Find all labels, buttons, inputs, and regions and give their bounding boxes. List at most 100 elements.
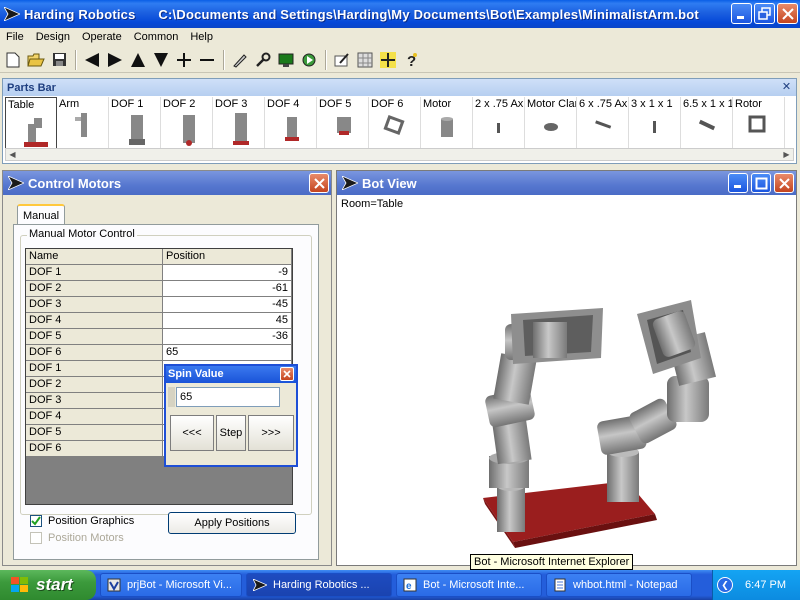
row-name: DOF 3 xyxy=(26,297,163,313)
parts-bar-close-icon[interactable]: ✕ xyxy=(780,81,793,94)
control-motors-close-button[interactable] xyxy=(309,173,329,193)
row-name: DOF 1 xyxy=(26,361,163,377)
robot-3d-viewport[interactable] xyxy=(337,196,796,564)
restore-button[interactable] xyxy=(754,3,775,24)
clock[interactable]: 6:47 PM xyxy=(745,579,786,591)
position-graphics-checkbox[interactable] xyxy=(30,515,42,527)
task-notepad[interactable]: whbot.html - Notepad xyxy=(546,573,692,597)
spin-grip xyxy=(168,387,175,407)
down-arrow-icon xyxy=(154,52,168,67)
part-dof-5[interactable]: DOF 5 xyxy=(317,97,369,149)
part-dof-1[interactable]: DOF 1 xyxy=(109,97,161,149)
task-prjbot[interactable]: prjBot - Microsoft Vi... xyxy=(100,573,242,597)
window-titlebar[interactable]: Harding Robotics C:\Documents and Settin… xyxy=(0,0,800,28)
spin-forward-button[interactable]: >>> xyxy=(248,415,294,451)
part-rotor[interactable]: Rotor xyxy=(733,97,785,149)
position-motors-checkbox[interactable] xyxy=(30,532,42,544)
row-position[interactable]: 45 xyxy=(163,313,292,329)
row-position[interactable]: -36 xyxy=(163,329,292,345)
tool-axis-button[interactable] xyxy=(377,49,399,71)
grid-header: Name Position xyxy=(26,249,292,265)
part-2x075-axle[interactable]: 2 x .75 Axl xyxy=(473,97,525,149)
position-graphics-option[interactable]: Position Graphics xyxy=(30,515,134,527)
tool-wrench-button[interactable] xyxy=(252,49,274,71)
open-button[interactable] xyxy=(25,49,47,71)
tool-monitor-button[interactable] xyxy=(275,49,297,71)
menu-operate[interactable]: Operate xyxy=(76,31,128,43)
part-6-5x1x1[interactable]: 6.5 x 1 x 1 xyxy=(681,97,733,149)
part-table[interactable]: Table xyxy=(5,97,57,149)
menu-design[interactable]: Design xyxy=(30,31,76,43)
part-motor-clamp-icon xyxy=(544,123,558,131)
minimize-button[interactable] xyxy=(731,3,752,24)
tray-expand-icon[interactable]: ❮ xyxy=(717,577,733,593)
app-arrow-icon xyxy=(253,579,267,591)
bot-view-maximize-button[interactable] xyxy=(751,173,771,193)
task-harding-robotics[interactable]: Harding Robotics ... xyxy=(246,573,392,597)
scroll-right-icon[interactable]: ▶ xyxy=(780,149,793,160)
spin-value-header[interactable]: Spin Value xyxy=(166,366,296,383)
scroll-left-icon[interactable]: ◀ xyxy=(6,149,19,160)
rotate-down-button[interactable] xyxy=(150,49,172,71)
tab-manual[interactable]: Manual xyxy=(17,204,65,225)
menu-file[interactable]: File xyxy=(0,31,30,43)
start-button[interactable]: start xyxy=(0,570,96,600)
menu-common[interactable]: Common xyxy=(128,31,185,43)
close-button[interactable] xyxy=(777,3,798,24)
part-long-block-icon xyxy=(698,119,716,131)
monitor-icon xyxy=(278,53,294,67)
part-motor[interactable]: Motor xyxy=(421,97,473,149)
close-icon xyxy=(782,8,794,20)
part-dof-3[interactable]: DOF 3 xyxy=(213,97,265,149)
tool-pen-button[interactable] xyxy=(229,49,251,71)
menu-help[interactable]: Help xyxy=(184,31,219,43)
bot-view-minimize-button[interactable] xyxy=(728,173,748,193)
control-motors-header[interactable]: Control Motors xyxy=(3,171,331,195)
part-3x1x1[interactable]: 3 x 1 x 1 xyxy=(629,97,681,149)
help-button[interactable]: ? xyxy=(400,49,422,71)
parts-scrollbar[interactable]: ◀ ▶ xyxy=(5,148,794,161)
row-position[interactable]: -61 xyxy=(163,281,292,297)
bot-view-header[interactable]: Bot View xyxy=(337,171,796,195)
part-dof-4[interactable]: DOF 4 xyxy=(265,97,317,149)
position-motors-option[interactable]: Position Motors xyxy=(30,532,124,544)
row-position-editing[interactable]: 65 xyxy=(163,345,292,361)
app-arrow-icon xyxy=(4,7,20,21)
rotate-up-button[interactable] xyxy=(127,49,149,71)
rotate-right-button[interactable] xyxy=(104,49,126,71)
zoom-out-button[interactable] xyxy=(196,49,218,71)
new-file-icon xyxy=(6,52,20,67)
pen-icon xyxy=(233,53,247,68)
row-position[interactable]: -9 xyxy=(163,265,292,281)
spin-value-input[interactable]: 65 xyxy=(176,387,280,407)
save-button[interactable] xyxy=(48,49,70,71)
part-motor-icon xyxy=(441,117,453,137)
spin-back-button[interactable]: <<< xyxy=(170,415,214,451)
part-motor-clamp[interactable]: Motor Clar xyxy=(525,97,577,149)
task-internet-explorer[interactable]: e Bot - Microsoft Inte... xyxy=(396,573,542,597)
grid-icon xyxy=(357,52,373,67)
toolbar: ? xyxy=(0,47,800,73)
position-graphics-label: Position Graphics xyxy=(48,515,135,527)
parts-bar-title: Parts Bar xyxy=(7,81,56,94)
bot-view-close-button[interactable] xyxy=(774,173,794,193)
tool-run-button[interactable] xyxy=(298,49,320,71)
part-dof-6[interactable]: DOF 6 xyxy=(369,97,421,149)
part-6x075-axle[interactable]: 6 x .75 Axl xyxy=(577,97,629,149)
column-name[interactable]: Name xyxy=(26,249,163,265)
spin-close-button[interactable] xyxy=(280,367,294,381)
part-arm[interactable]: Arm xyxy=(57,97,109,149)
spin-step-button[interactable]: Step xyxy=(216,415,246,451)
rotate-left-button[interactable] xyxy=(81,49,103,71)
tool-grid-button[interactable] xyxy=(354,49,376,71)
new-button[interactable] xyxy=(2,49,24,71)
zoom-in-button[interactable] xyxy=(173,49,195,71)
tool-edit-button[interactable] xyxy=(331,49,353,71)
part-long-axle-icon xyxy=(595,120,612,129)
row-name: DOF 1 xyxy=(26,265,163,281)
row-position[interactable]: -45 xyxy=(163,297,292,313)
apply-positions-button[interactable]: Apply Positions xyxy=(168,512,296,534)
panel-arrow-icon xyxy=(8,176,24,190)
part-dof-2[interactable]: DOF 2 xyxy=(161,97,213,149)
column-position[interactable]: Position xyxy=(163,249,292,265)
